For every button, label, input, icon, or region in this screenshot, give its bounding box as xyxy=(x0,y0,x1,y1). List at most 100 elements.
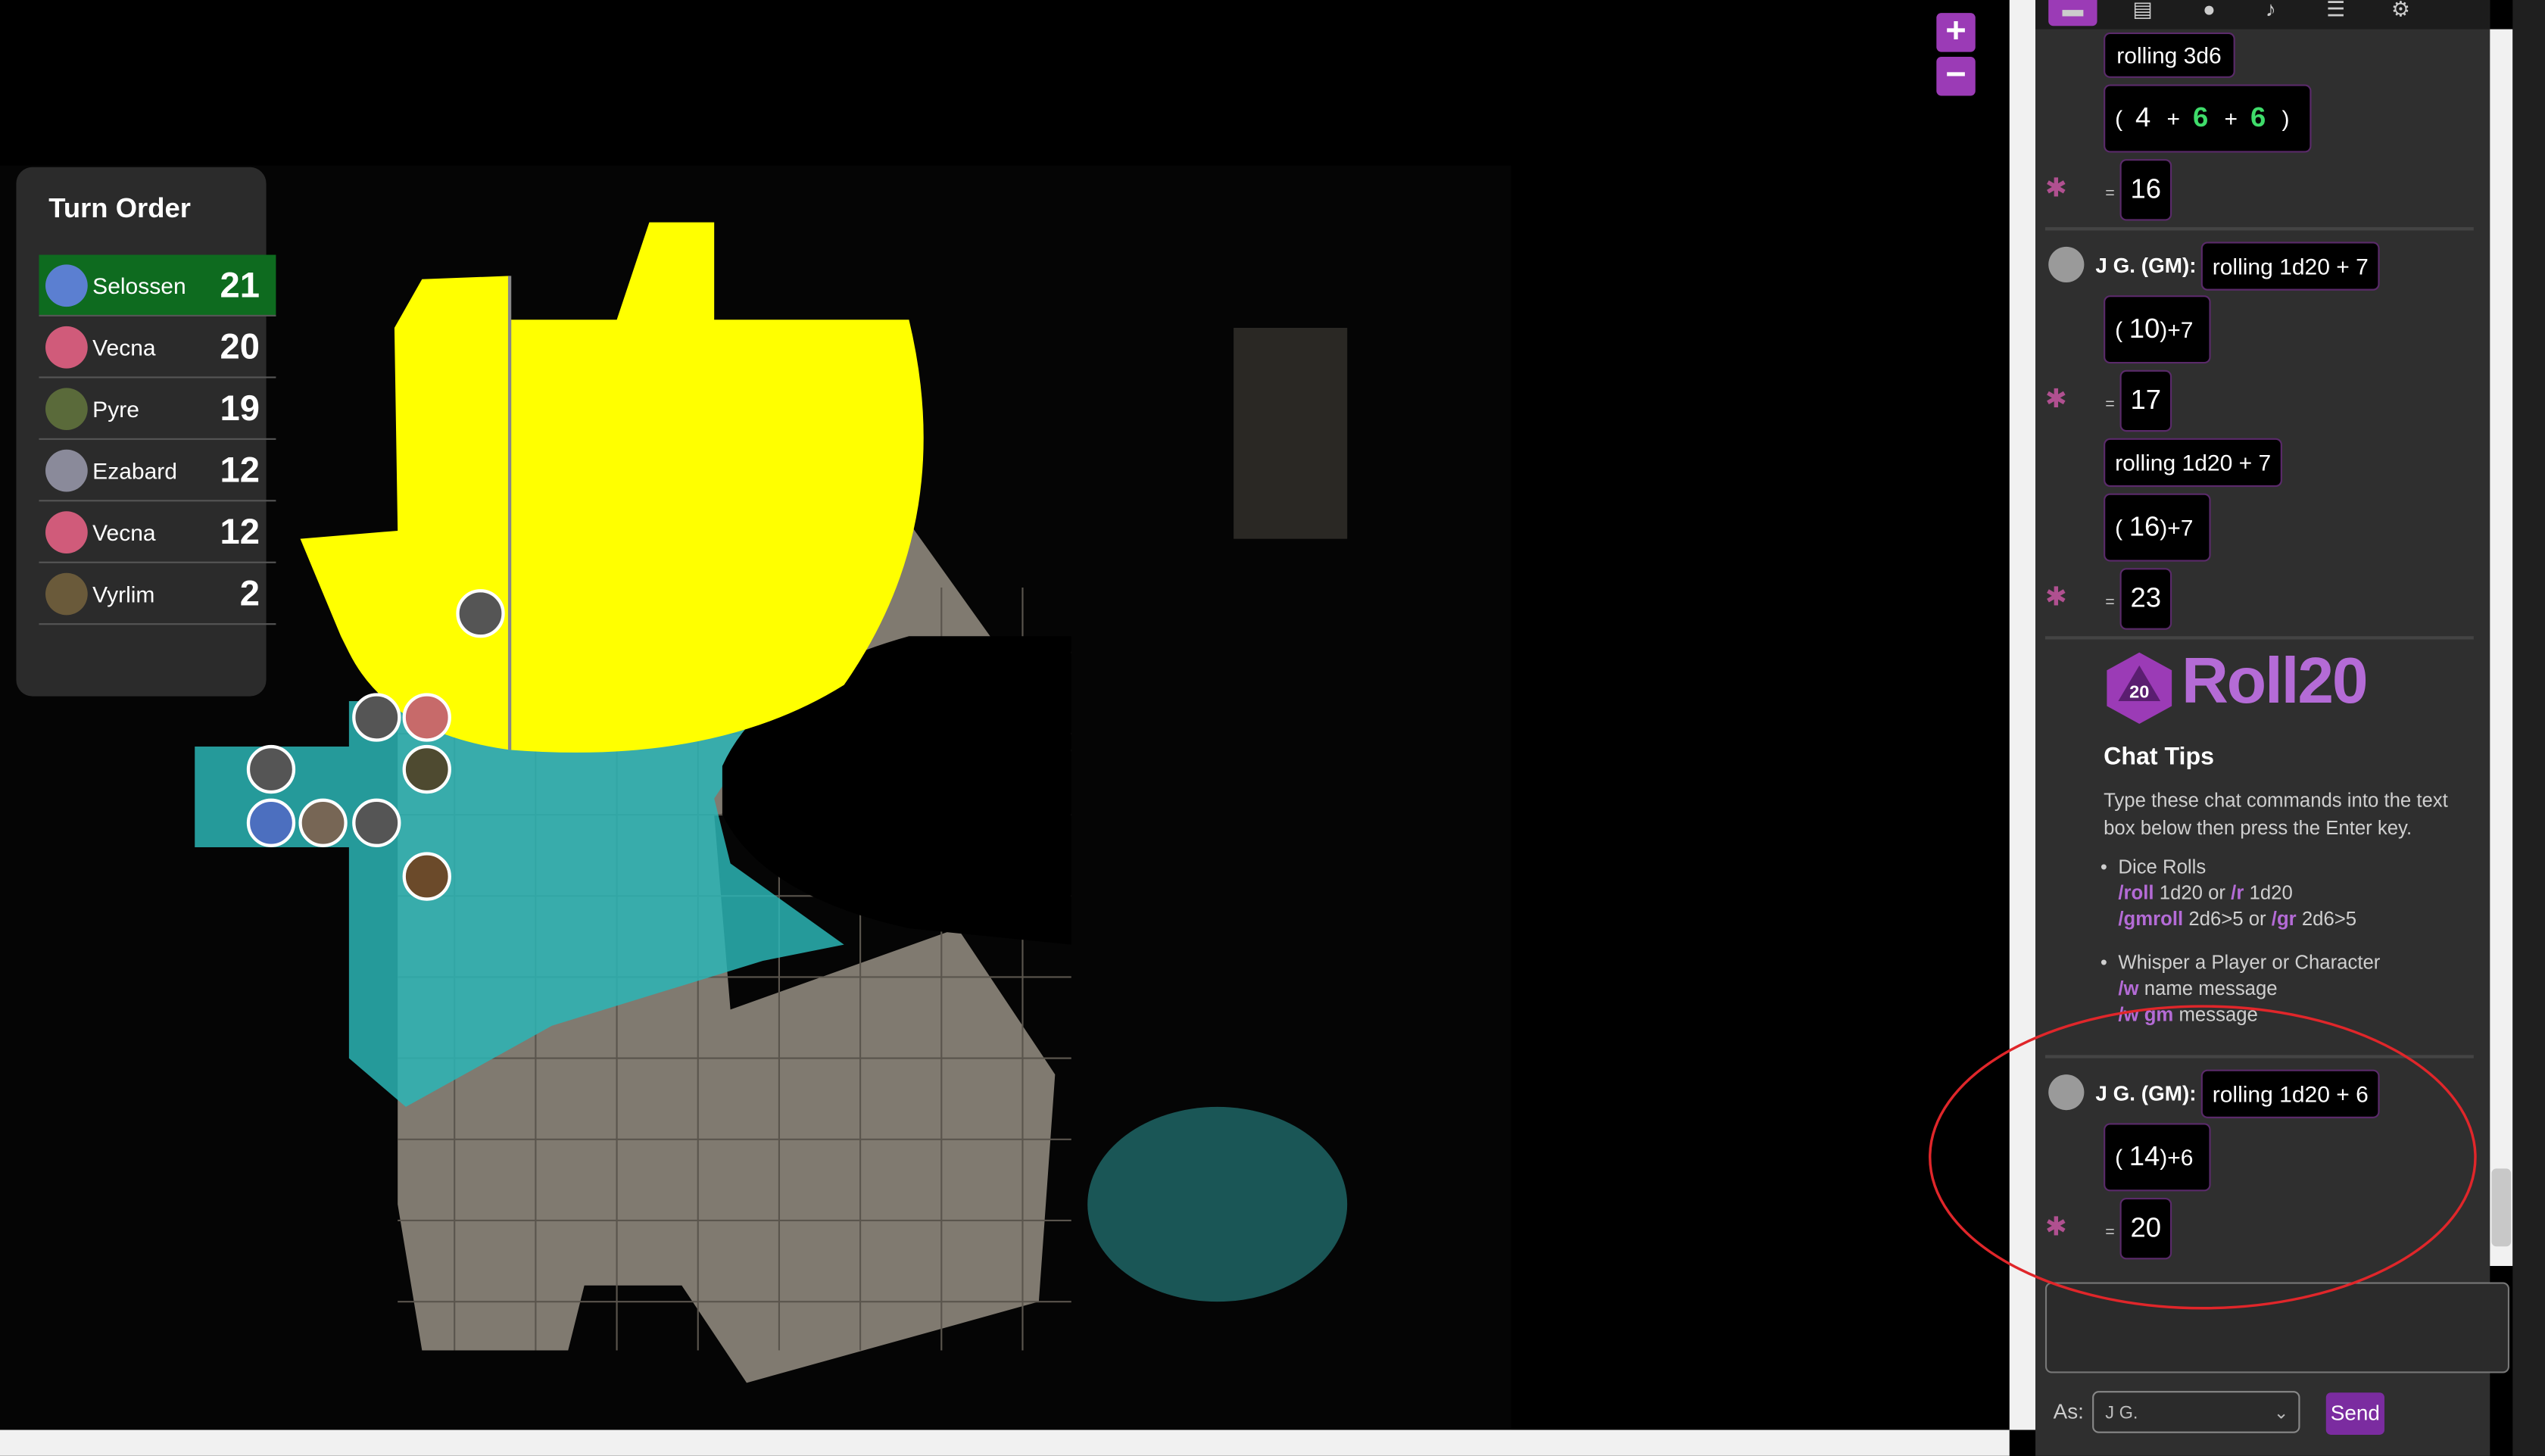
command-text: /gmroll xyxy=(2118,907,2184,931)
turn-entry-initiative: 2 xyxy=(239,572,260,613)
turn-entry-initiative: 20 xyxy=(220,325,260,366)
tab-settings[interactable]: ⚙ xyxy=(2376,0,2425,26)
chat-scrollbar[interactable] xyxy=(2490,29,2513,1267)
tip-dice-line2: /gmroll 2d6>5 or /gr 2d6>5 xyxy=(2118,907,2356,930)
roll-label: rolling 3d6 xyxy=(2104,32,2235,78)
speaking-as-select[interactable]: J G. ⌄ xyxy=(2092,1391,2300,1433)
chat-icon: ▬ xyxy=(2062,0,2084,21)
send-label: Send xyxy=(2330,1400,2380,1426)
avatar xyxy=(45,448,88,491)
roll-label-text: rolling 3d6 xyxy=(2116,42,2222,69)
bullet: • xyxy=(2100,855,2107,878)
roll-label-text: rolling 1d20 + 7 xyxy=(2115,449,2272,476)
roll-total: 17 xyxy=(2119,369,2172,432)
info-icon: ● xyxy=(2202,0,2216,21)
turn-entry-name: Pyre xyxy=(92,394,139,422)
roll-modifier: )+7 xyxy=(2160,514,2194,541)
bullet: • xyxy=(2100,951,2107,974)
die-value: 10 xyxy=(2129,313,2160,345)
tip-whisper-title: Whisper a Player or Character xyxy=(2118,951,2381,974)
turn-entry-initiative: 12 xyxy=(220,510,260,551)
turn-entry-name: Ezabard xyxy=(92,457,177,483)
red-annotation-circle xyxy=(1929,1005,2477,1310)
turn-order-entry[interactable]: Vecna 12 xyxy=(39,501,276,563)
turn-entry-name: Vecna xyxy=(92,518,156,545)
turn-order-entry[interactable]: Vyrlim 2 xyxy=(39,563,276,625)
equals-sign: = xyxy=(2105,185,2115,203)
roll-label: rolling 1d20 + 7 xyxy=(2104,438,2283,488)
tab-collection[interactable]: ☰ xyxy=(2311,0,2359,26)
dice-icon: ✱ xyxy=(2044,175,2067,203)
dice-result: ( 4 + 6 + 6 ) xyxy=(2104,84,2312,153)
avatar xyxy=(45,387,88,429)
avatar xyxy=(45,572,88,615)
turn-order-entry[interactable]: Vecna 20 xyxy=(39,316,276,379)
tip-whisper-line1: /w name message xyxy=(2118,977,2277,999)
tip-text: name message xyxy=(2144,977,2278,1000)
die-value: 6 xyxy=(2250,102,2266,133)
turn-entry-name: Selossen xyxy=(92,272,186,298)
turn-entry-initiative: 12 xyxy=(220,448,260,490)
zoom-in-label: + xyxy=(1945,9,1966,51)
turn-entry-name: Vyrlim xyxy=(92,580,155,606)
dice-icon: ✱ xyxy=(2044,584,2067,613)
command-text: /r xyxy=(2231,881,2244,904)
roll-total-value: 23 xyxy=(2130,582,2162,614)
die-value: 4 xyxy=(2135,102,2151,133)
game-canvas[interactable] xyxy=(0,0,2010,1430)
roll-total-value: 16 xyxy=(2130,173,2162,205)
canvas-horizontal-scrollbar[interactable] xyxy=(0,1429,2010,1456)
chat-scrollbar-thumb[interactable] xyxy=(2491,1168,2512,1247)
tip-dice-title: Dice Rolls xyxy=(2118,855,2207,878)
roll20-logo-text: Roll20 xyxy=(2181,646,2369,718)
speaking-as-label: As: xyxy=(2053,1398,2084,1423)
avatar xyxy=(45,263,88,307)
art-library-icon: ▤ xyxy=(2132,0,2153,21)
tab-art[interactable]: ▤ xyxy=(2118,0,2166,26)
tip-text: 2d6>5 or xyxy=(2188,907,2266,931)
roll20-d20-logo-icon: 20 xyxy=(2104,649,2175,727)
music-icon: ♪ xyxy=(2265,0,2276,21)
command-text: /w xyxy=(2118,977,2139,1000)
send-button[interactable]: Send xyxy=(2325,1392,2384,1435)
list-icon: ☰ xyxy=(2326,0,2346,21)
turn-order-panel: Turn Order Selossen 21 Vecna 20 Pyre 19 … xyxy=(16,167,276,697)
message-divider xyxy=(2044,636,2474,640)
speaking-as-value: J G. xyxy=(2105,1404,2138,1423)
tip-text: 1d20 or xyxy=(2159,881,2226,904)
dice-icon: ✱ xyxy=(2044,386,2067,414)
roll-label: rolling 1d20 + 7 xyxy=(2200,242,2380,291)
chat-tips-intro: Type these chat commands into the text b… xyxy=(2104,788,2448,840)
roll-total: 23 xyxy=(2119,568,2172,630)
tab-chat[interactable]: ▬ xyxy=(2048,0,2097,27)
turn-entry-initiative: 21 xyxy=(220,263,260,304)
message-divider xyxy=(2044,227,2474,231)
tab-jukebox[interactable]: ♪ xyxy=(2247,0,2295,26)
dice-result: (16)+7 xyxy=(2104,493,2211,562)
equals-sign: = xyxy=(2105,594,2115,613)
turn-order-entry[interactable]: Selossen 21 xyxy=(39,254,276,317)
roll-modifier: )+7 xyxy=(2160,316,2194,343)
zoom-out-button[interactable]: − xyxy=(1936,53,1976,96)
avatar xyxy=(45,510,88,553)
roll-total-value: 17 xyxy=(2130,385,2162,416)
tip-text: 2d6>5 xyxy=(2301,907,2357,931)
zoom-out-label: − xyxy=(1945,53,1966,95)
dice-result: (10)+7 xyxy=(2104,295,2211,364)
roll-total: 16 xyxy=(2119,159,2172,221)
browser-edge-strip xyxy=(2512,0,2545,1456)
tab-journal[interactable]: ● xyxy=(2185,0,2233,26)
zoom-in-button[interactable]: + xyxy=(1936,9,1976,52)
tip-text: 1d20 xyxy=(2249,881,2293,904)
gear-icon: ⚙ xyxy=(2391,0,2410,21)
chevron-down-icon: ⌄ xyxy=(2273,1404,2289,1423)
turn-entry-name: Vecna xyxy=(92,333,156,360)
equals-sign: = xyxy=(2105,396,2115,414)
die-value: 6 xyxy=(2193,102,2209,133)
svg-text:20: 20 xyxy=(2129,682,2149,702)
chat-tips-title: Chat Tips xyxy=(2104,743,2215,772)
turn-order-entry[interactable]: Pyre 19 xyxy=(39,378,276,440)
avatar xyxy=(2048,246,2085,282)
turn-order-entry[interactable]: Ezabard 12 xyxy=(39,440,276,502)
turn-order-title: Turn Order xyxy=(48,193,191,224)
